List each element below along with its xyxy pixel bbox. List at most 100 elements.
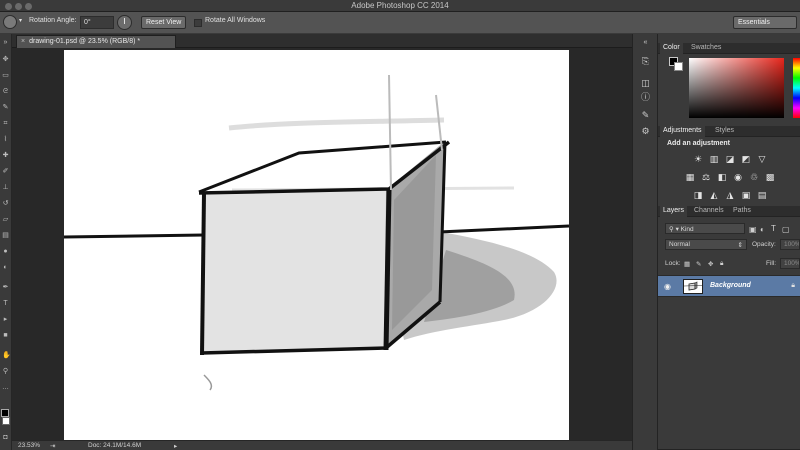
collapse-tools-icon[interactable]: »: [2, 39, 9, 46]
lock-transparency-icon[interactable]: ▦: [684, 260, 690, 268]
threshold-icon[interactable]: ◮: [725, 190, 735, 200]
gradient-map-icon[interactable]: ▤: [757, 190, 767, 200]
color-panel-tabs: Color Swatches: [658, 43, 800, 54]
dodge-tool-icon[interactable]: ◐: [2, 264, 9, 271]
collapsed-panels-strip: « ⎘ ◫ ⓘ ✎ ⚙: [632, 34, 658, 450]
pen-tool-icon[interactable]: ✒: [2, 284, 9, 291]
tools-panel: » ✥ ▭ ᘓ ✎ ⌗ ⌇ ✚ ✐ ⊥ ↺ ▱ ▤ ● ◐ ✒ T ▸ ■ ✋ …: [0, 34, 12, 450]
layers-panel-tabs: Layers Channels Paths: [658, 206, 800, 217]
blur-tool-icon[interactable]: ●: [2, 248, 9, 255]
history-brush-tool-icon[interactable]: ↺: [2, 200, 9, 207]
curves-icon[interactable]: ◪: [725, 154, 735, 164]
filter-adjustment-icon[interactable]: ◐: [760, 225, 765, 234]
right-panels: Color Swatches Adjustments Styles Add an…: [658, 34, 800, 450]
brush-presets-icon[interactable]: ⚙: [640, 126, 651, 136]
zoom-level[interactable]: 23.53%: [18, 442, 40, 449]
document-tab[interactable]: × drawing-01.psd @ 23.5% (RGB/8) *: [16, 35, 176, 48]
levels-icon[interactable]: ▥: [709, 154, 719, 164]
canvas-area[interactable]: [12, 48, 632, 440]
collapse-strip-icon[interactable]: «: [640, 38, 651, 48]
path-selection-tool-icon[interactable]: ▸: [2, 316, 9, 323]
lock-label: Lock:: [665, 260, 681, 267]
rotate-all-windows-checkbox[interactable]: [194, 19, 202, 27]
tool-preset-dropdown-icon[interactable]: ▾: [19, 17, 22, 24]
rotate-view-tool-icon[interactable]: [3, 15, 17, 29]
blend-mode-chevron-icon: ⇕: [737, 242, 743, 249]
channel-mixer-icon[interactable]: ♲: [749, 172, 759, 182]
opacity-input[interactable]: 100%: [780, 239, 800, 250]
eyedropper-tool-icon[interactable]: ⌇: [2, 136, 9, 143]
rotation-angle-input[interactable]: 0°: [80, 16, 114, 29]
crop-tool-icon[interactable]: ⌗: [2, 120, 9, 127]
brightness-icon[interactable]: ☀: [693, 154, 703, 164]
export-icon[interactable]: ⇥: [50, 442, 55, 450]
brush-tool-icon[interactable]: ✐: [2, 168, 9, 175]
workspace-switcher[interactable]: Essentials: [733, 16, 797, 29]
tab-swatches[interactable]: Swatches: [688, 43, 724, 54]
status-bar: 23.53% ⇥ Doc: 24.1M/14.6M ▸: [12, 440, 632, 450]
title-bar: Adobe Photoshop CC 2014: [0, 0, 800, 12]
layer-visibility-eye-icon[interactable]: ◉: [664, 282, 671, 291]
healing-brush-tool-icon[interactable]: ✚: [2, 152, 9, 159]
selective-color-icon[interactable]: ▣: [741, 190, 751, 200]
zoom-tool-icon[interactable]: ⚲: [2, 368, 9, 375]
move-tool-icon[interactable]: ✥: [2, 56, 9, 63]
more-tools-icon[interactable]: …: [2, 384, 9, 391]
hue-saturation-icon[interactable]: ▦: [685, 172, 695, 182]
shape-tool-icon[interactable]: ■: [2, 332, 9, 339]
tab-layers[interactable]: Layers: [660, 206, 688, 217]
tab-color[interactable]: Color: [660, 43, 683, 54]
document-canvas[interactable]: [64, 50, 569, 440]
options-bar: ▾ Rotation Angle: 0° Reset View Rotate A…: [0, 12, 800, 34]
quick-mask-icon[interactable]: ◘: [2, 434, 9, 441]
exposure-icon[interactable]: ◩: [741, 154, 751, 164]
brush-panel-icon[interactable]: ✎: [640, 110, 651, 120]
lock-pixels-icon[interactable]: ✎: [696, 260, 701, 268]
layer-row-background[interactable]: ◉ Background 🔒︎: [658, 275, 800, 297]
color-panel: [658, 54, 800, 128]
foreground-color-swatch[interactable]: [1, 409, 9, 417]
invert-icon[interactable]: ◨: [693, 190, 703, 200]
layer-lock-icon: 🔒︎: [791, 282, 795, 289]
type-tool-icon[interactable]: T: [2, 300, 9, 307]
color-field[interactable]: [689, 58, 784, 118]
background-color-swatch[interactable]: [2, 417, 10, 425]
tab-channels[interactable]: Channels: [691, 206, 727, 217]
lasso-tool-icon[interactable]: ᘓ: [2, 88, 9, 95]
fill-input[interactable]: 100%: [780, 258, 800, 269]
marquee-tool-icon[interactable]: ▭: [2, 72, 9, 79]
document-tab-bar: × drawing-01.psd @ 23.5% (RGB/8) *: [12, 34, 632, 48]
status-menu-arrow-icon[interactable]: ▸: [174, 442, 177, 450]
tab-paths[interactable]: Paths: [730, 206, 754, 217]
photo-filter-icon[interactable]: ◉: [733, 172, 743, 182]
color-lookup-icon[interactable]: ▩: [765, 172, 775, 182]
posterize-icon[interactable]: ◭: [709, 190, 719, 200]
info-panel-icon[interactable]: ⓘ: [640, 92, 651, 102]
black-white-icon[interactable]: ◧: [717, 172, 727, 182]
filter-shape-icon[interactable]: ▢: [782, 225, 790, 234]
vibrance-icon[interactable]: ▽: [757, 154, 767, 164]
gradient-tool-icon[interactable]: ▤: [2, 232, 9, 239]
filter-type-icon[interactable]: T: [771, 224, 776, 233]
lock-position-icon[interactable]: ✥: [708, 260, 713, 268]
background-color-chip[interactable]: [674, 62, 683, 71]
rotation-dial-icon[interactable]: [117, 15, 132, 30]
reset-view-button[interactable]: Reset View: [141, 16, 187, 29]
layer-filter-label: Kind: [680, 226, 694, 233]
blend-mode-select[interactable]: Normal ⇕: [665, 239, 747, 250]
hand-tool-icon[interactable]: ✋: [2, 352, 11, 359]
hue-slider[interactable]: [793, 58, 800, 118]
filter-pixel-icon[interactable]: ▣: [749, 225, 757, 234]
properties-panel-icon[interactable]: ◫: [640, 78, 651, 88]
quick-select-tool-icon[interactable]: ✎: [2, 104, 9, 111]
history-panel-icon[interactable]: ⎘: [640, 56, 651, 66]
color-balance-icon[interactable]: ⚖: [701, 172, 711, 182]
layer-filter-select[interactable]: ⚲ ▾ Kind: [665, 223, 745, 234]
rotation-angle-label: Rotation Angle:: [29, 17, 77, 24]
fill-label: Fill:: [766, 260, 777, 267]
close-document-icon[interactable]: ×: [21, 38, 25, 45]
lock-all-icon[interactable]: 🔒︎: [720, 260, 723, 268]
document-size-info: Doc: 24.1M/14.6M: [88, 442, 142, 449]
clone-stamp-tool-icon[interactable]: ⊥: [2, 184, 9, 191]
eraser-tool-icon[interactable]: ▱: [2, 216, 9, 223]
